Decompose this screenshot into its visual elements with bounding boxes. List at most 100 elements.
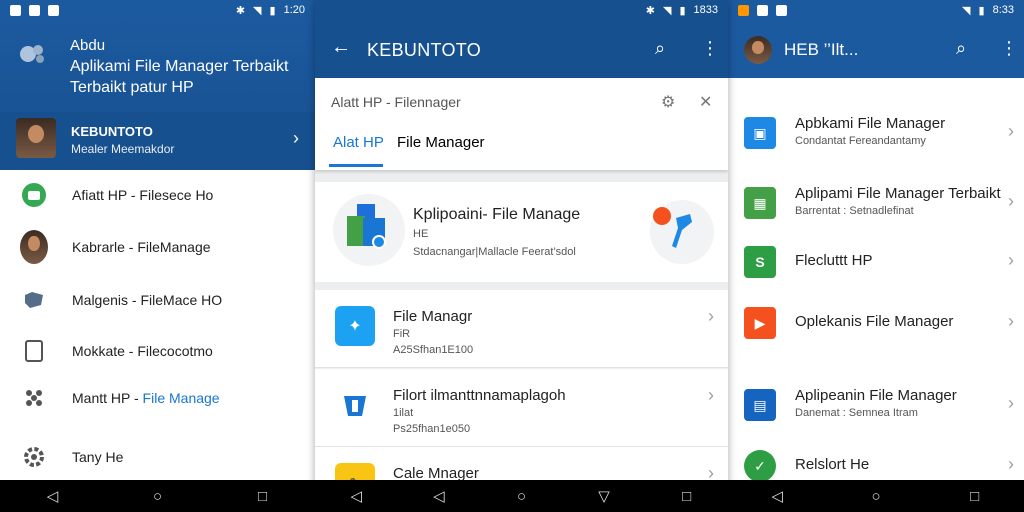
list-item[interactable]: ▣ Apbkami File Manager Condantat Fereand… [728,103,1024,167]
home-nav-icon[interactable]: ○ [862,488,890,505]
row-title: File Managr [393,308,473,325]
system-nav-bar: ◁ ○ □ [728,480,1024,512]
notification-icon [48,4,59,16]
notification-icon [738,4,749,16]
featured-line3: Stdacnangar|Mallacle Feerat’sdol [413,246,576,258]
bluetooth-icon: ✱ [235,4,246,17]
system-nav-bar: ◁ ○ □ [0,480,315,512]
row-subtitle: Danemat : Semnea Itram [795,407,918,419]
row-subtitle: Condantat Fereandantamy [795,135,926,147]
folder-stack-icon [333,194,405,266]
green-chart-icon: ▦ [744,187,776,219]
blue-square-icon: ▣ [744,117,776,149]
app-bar-title: HEB ’’Ilt... [784,40,859,59]
drawer-item-1[interactable]: Afiatt HP - Filesece Ho [0,170,315,220]
blue-grid-icon: ▤ [744,389,776,421]
drawer-subtitle-line1: Aplikami File Manager Terbaikt [70,58,289,75]
tablet-icon [20,337,48,365]
back-nav-icon[interactable]: ◁ [763,487,791,505]
drawer-subtitle: Aplikami File Manager Terbaikt Terbaikt … [70,56,300,98]
avatar[interactable] [744,36,772,64]
orange-play-icon: ▶ [744,307,776,339]
blue-bird-icon: ✦ [335,306,375,346]
recents-nav-icon[interactable]: □ [961,488,989,505]
close-icon[interactable]: ✕ [699,92,712,112]
settings-icon[interactable]: ⚙ [661,92,675,112]
status-time: 8:33 [992,4,1014,16]
drawer-item-label-highlight: File Manage [142,390,220,406]
person-avatar-icon [20,230,48,264]
account-email: Mealer Meemakdor [71,142,175,156]
more-vert-icon[interactable]: ⋮ [1000,38,1018,59]
account-row[interactable]: KEBUNTOTO Mealer Meemakdor › [0,112,315,170]
app-bar-title: KEBUNTOTO [367,40,482,60]
shield-icon [335,385,375,425]
home-nav-icon[interactable]: ○ [507,488,535,505]
list-item[interactable]: Filort ilmanttnnamaplagoh 1ilat Ps25fhan… [315,369,728,447]
drawer-header: ✱ ◥ ▮ 1:20 Abdu Aplikami File Manager Terba… [0,0,315,170]
account-name: KEBUNTOTO [71,124,153,139]
drawer-item-label: Malgenis - FileMace HO [72,292,223,308]
green-round-icon: ✓ [744,450,776,482]
recents-nav-icon[interactable]: ▽ [590,487,618,505]
chevron-right-icon: › [708,385,714,405]
featured-title: Kplipoaini- File Manage [413,206,581,223]
drawer-item-3[interactable]: Malgenis - FileMace HO [0,275,315,325]
battery-icon: ▮ [269,4,276,17]
back-nav-icon[interactable]: ◁ [342,487,370,505]
drawer-item-label: Mokkate - Filecocotmo [72,343,213,359]
drawer-item-label: Kabrarle - FileManage [72,239,211,255]
gear-icon [20,443,48,471]
search-input[interactable] [331,90,651,114]
drawer-item-6[interactable]: Tany He [0,432,315,482]
avatar [16,118,56,158]
list-item[interactable]: S Flecluttt HP › [728,232,1024,296]
search-icon[interactable]: ⌕ [956,38,966,59]
home-nav-icon[interactable]: ○ [144,488,172,505]
wifi-icon: ◥ [253,4,262,17]
tab-file-manager[interactable]: File Manager [397,134,485,151]
status-bar: ✱ ◥ ▮ 1833 [315,0,728,20]
status-time: 1:20 [283,4,305,16]
tab-alat-hp[interactable]: Alat HP [333,134,384,151]
battery-icon: ▮ [679,4,686,17]
list-item[interactable]: ✦ File Managr FiR A25Sfhan1E100 › [315,290,728,368]
list-item[interactable]: ▤ Aplipeanin File Manager Danemat : Semn… [728,375,1024,439]
drawer-item-label: Tany He [72,449,124,465]
back-nav-icon[interactable]: ◁ [39,487,67,505]
wifi-icon: ◥ [662,4,672,17]
search-icon[interactable]: ⌕ [655,38,665,59]
drawer-item-2[interactable]: Kabrarle - FileManage [0,222,315,272]
row-title: Oplekanis File Manager [795,313,954,330]
chevron-right-icon: › [1008,250,1014,270]
status-bar: ✱ ◥ ▮ 1:20 [0,0,315,20]
list-item[interactable]: ▦ Aplipami File Manager Terbaikt Barrent… [728,173,1024,237]
chevron-right-icon: › [1008,121,1014,141]
app-logo-icon [20,45,44,63]
more-vert-icon[interactable]: ⋮ [701,38,719,59]
drawer-subtitle-line2: Terbaikt patur HP [70,79,194,96]
row-title: Apbkami File Manager [795,115,946,132]
app-bar: ◥ ▮ 8:33 HEB ’’Ilt... ⌕ ⋮ [728,0,1024,78]
pin-graphic-icon [650,200,714,264]
drawer-item-5[interactable]: Mantt HP - File Manage [0,373,315,423]
drawer-item-label: Mantt HP - File Manage [72,390,220,406]
active-tab-indicator [329,164,383,167]
featured-result[interactable]: Kplipoaini- File Manage HE Stdacnangar|M… [315,182,728,282]
drawer-item-4[interactable]: Mokkate - Filecocotmo [0,326,315,376]
chevron-right-icon: › [293,128,299,148]
green-s-icon: S [744,246,776,278]
list-item[interactable]: ▶ Oplekanis File Manager › [728,293,1024,357]
back-arrow-icon[interactable]: ← [331,36,351,59]
recents-nav-icon[interactable]: □ [249,488,277,505]
green-app-icon [20,181,48,209]
back-nav-icon[interactable]: ◁ [425,487,453,505]
drawer-item-label: Afiatt HP - Filesece Ho [72,187,214,203]
recents-nav-icon[interactable]: □ [673,488,701,505]
row-title: Flecluttt HP [795,252,873,269]
status-time: 1833 [693,4,718,16]
notification-icon [10,4,21,16]
row-title: Relslort He [795,456,870,473]
featured-line2: HE [413,228,429,240]
chevron-right-icon: › [1008,393,1014,413]
